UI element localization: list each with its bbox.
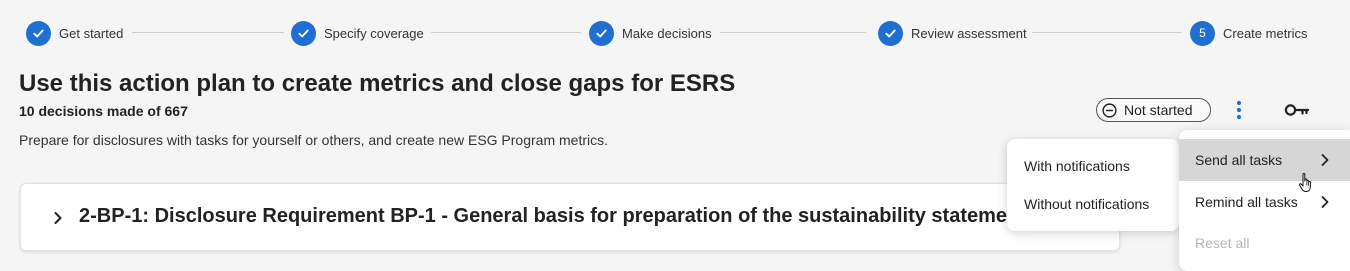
menu-item-reset-all: Reset all (1179, 222, 1350, 264)
check-icon (26, 20, 51, 46)
step-make-decisions[interactable]: Make decisions (589, 20, 712, 46)
key-icon (1284, 104, 1310, 116)
check-icon (589, 20, 614, 46)
step-get-started[interactable]: Get started (26, 20, 123, 46)
step-connector (132, 32, 284, 33)
step-label: Get started (59, 25, 124, 41)
step-label: Specify coverage (324, 25, 424, 41)
menu-item-send-all-tasks[interactable]: Send all tasks (1179, 139, 1350, 181)
menu-item-label: Remind all tasks (1195, 194, 1298, 210)
menu-item-without-notifications[interactable]: Without notifications (1007, 185, 1179, 223)
hand-cursor-icon (1298, 172, 1311, 192)
step-label: Make decisions (622, 25, 712, 41)
menu-item-with-notifications[interactable]: With notifications (1007, 147, 1179, 185)
menu-item-label: Reset all (1195, 235, 1250, 251)
step-label: Create metrics (1223, 25, 1308, 41)
send-tasks-submenu: With notifications Without notifications (1007, 139, 1179, 231)
more-actions-button[interactable] (1229, 99, 1249, 121)
check-icon (878, 20, 903, 46)
page-title: Use this action plan to create metrics a… (19, 70, 736, 97)
kebab-icon (1236, 100, 1242, 120)
step-number: 5 (1190, 20, 1215, 46)
step-label: Review assessment (911, 25, 1027, 41)
step-connector (720, 32, 866, 33)
actions-menu: Send all tasks Remind all tasks Reset al… (1179, 130, 1350, 271)
menu-item-label: With notifications (1024, 158, 1130, 174)
minus-circle-icon (1102, 102, 1117, 118)
step-create-metrics[interactable]: 5 Create metrics (1190, 20, 1308, 46)
step-connector (431, 32, 581, 33)
accordion-title: 2-BP-1: Disclosure Requirement BP-1 - Ge… (79, 205, 1038, 227)
chevron-right-icon (1320, 153, 1330, 167)
disclosure-accordion[interactable]: 2-BP-1: Disclosure Requirement BP-1 - Ge… (20, 183, 1120, 251)
menu-item-label: Without notifications (1024, 196, 1150, 212)
chevron-right-icon[interactable] (51, 209, 65, 227)
key-button[interactable] (1283, 99, 1311, 121)
status-label: Not started (1124, 102, 1193, 118)
decision-count: 10 decisions made of 667 (19, 103, 188, 119)
menu-item-label: Send all tasks (1195, 152, 1283, 168)
step-review-assessment[interactable]: Review assessment (878, 20, 1027, 46)
menu-item-remind-all-tasks[interactable]: Remind all tasks (1179, 181, 1350, 223)
step-specify-coverage[interactable]: Specify coverage (291, 20, 424, 46)
step-connector (1032, 32, 1182, 33)
chevron-right-icon (1320, 195, 1330, 209)
progress-stepper: Get started Specify coverage Make decisi… (26, 20, 1326, 46)
status-badge: Not started (1096, 98, 1211, 122)
page-description: Prepare for disclosures with tasks for y… (19, 132, 609, 148)
check-icon (291, 20, 316, 46)
